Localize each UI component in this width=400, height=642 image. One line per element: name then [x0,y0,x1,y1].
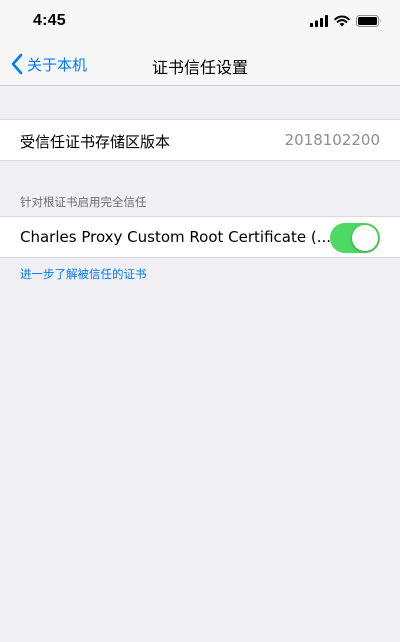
certificate-row: Charles Proxy Custom Root Certificate (.… [0,216,400,258]
status-time: 4:45 [33,12,66,29]
learn-more-trusted-certificates-link[interactable]: 进一步了解被信任的证书 [20,266,147,282]
trust-store-version-row: 受信任证书存储区版本 2018102200 [0,119,400,161]
full-trust-section-header: 针对根证书启用完全信任 [20,195,147,209]
wifi-icon [334,15,350,27]
signal-icon [310,15,328,27]
certificate-trust-toggle[interactable] [330,223,380,253]
certificate-name: Charles Proxy Custom Root Certificate (.… [20,228,330,246]
status-bar: 4:45 [0,0,400,44]
page-title: 证书信任设置 [151,58,248,77]
status-icons [310,14,382,28]
navigation-bar: 关于本机 证书信任设置 [0,44,400,86]
toggle-knob [352,225,378,251]
battery-icon [356,15,381,27]
trust-store-version-label: 受信任证书存储区版本 [20,133,171,151]
trust-store-version-value: 2018102200 [284,131,380,149]
